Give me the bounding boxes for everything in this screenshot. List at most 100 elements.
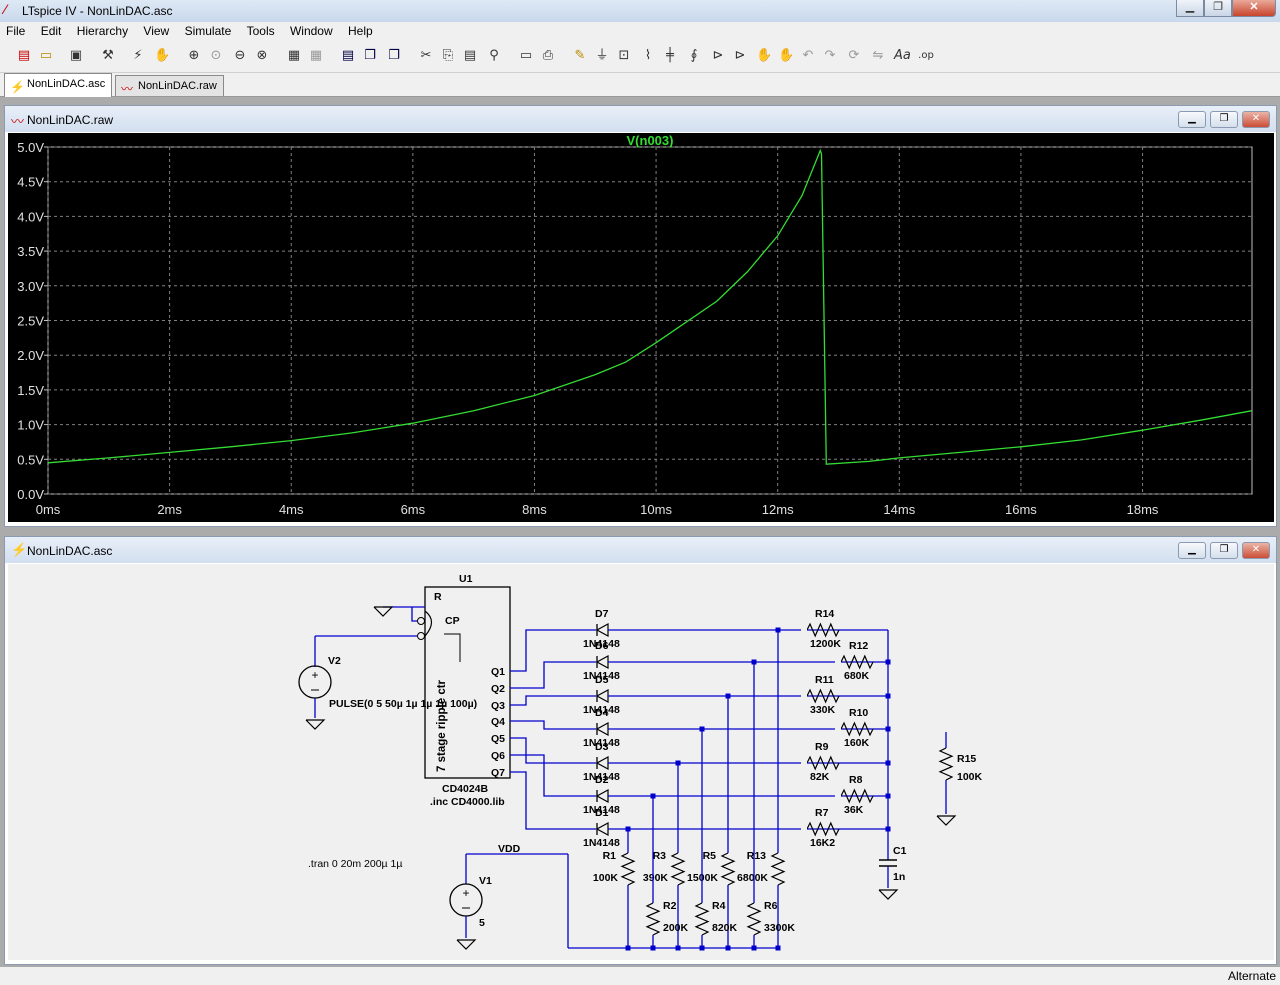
- diode-d7: [595, 622, 609, 638]
- resistor-icon[interactable]: ⌇: [640, 48, 656, 64]
- zoom-fit-icon[interactable]: ⊗: [254, 48, 270, 64]
- save-icon[interactable]: ▣: [68, 48, 84, 64]
- zoom-out-icon[interactable]: ⊖: [232, 48, 248, 64]
- value-u1: CD4024B: [442, 783, 489, 795]
- menu-bar: File Edit Hierarchy View Simulate Tools …: [0, 22, 1280, 42]
- pin-q6: Q6: [491, 750, 505, 762]
- value-r10: 160K: [844, 737, 870, 749]
- ref-r10: R10: [849, 707, 868, 719]
- y-tick-label: 3.0V: [17, 279, 44, 294]
- undo-icon[interactable]: ↶: [800, 48, 816, 64]
- text-icon[interactable]: Aa: [894, 48, 911, 64]
- value-v1: 5: [479, 917, 485, 929]
- find-icon[interactable]: ⚲: [486, 48, 502, 64]
- waveform-chart[interactable]: 0ms 2ms 4ms 6ms 8ms 10ms 12ms 14ms 16ms 18ms 0.0V 0…: [8, 133, 1274, 522]
- wire-icon[interactable]: ✎: [572, 48, 588, 64]
- ref-r13: R13: [747, 850, 766, 862]
- drag-icon[interactable]: ✋: [778, 48, 794, 64]
- copy-icon[interactable]: ⎘: [440, 48, 456, 64]
- cascade-icon[interactable]: ❐: [362, 48, 378, 64]
- delete-trace-icon[interactable]: ▦: [308, 48, 324, 64]
- cut-icon[interactable]: ✂: [418, 48, 434, 64]
- net-label-vdd: VDD: [498, 843, 521, 855]
- ground-symbol: [878, 889, 899, 900]
- close-button[interactable]: ✕: [1242, 111, 1270, 128]
- waveform-icon: 〰: [121, 82, 134, 96]
- menu-view[interactable]: View: [137, 22, 175, 40]
- ref-v2: V2: [328, 655, 341, 667]
- minimize-button[interactable]: ▁: [1178, 542, 1206, 559]
- pin-q3: Q3: [491, 700, 505, 712]
- move-icon[interactable]: ✋: [756, 48, 772, 64]
- ref-d6: D6: [595, 640, 609, 652]
- print-setup-icon[interactable]: ▭: [518, 48, 534, 64]
- menu-file[interactable]: File: [0, 22, 31, 40]
- resistor-r1: [620, 852, 636, 886]
- label-net-icon[interactable]: ⊡: [616, 48, 632, 64]
- cp-bubble: [417, 617, 425, 625]
- schematic-drawing[interactable]: U1 RCP Q1 Q2 Q3 Q4 Q5 Q6 Q7 7 stage ripple ctr CD4…: [8, 564, 1274, 960]
- open-icon[interactable]: ▭: [38, 48, 54, 64]
- close-button[interactable]: ✕: [1242, 542, 1270, 559]
- tab-schematic[interactable]: ⚡ NonLinDAC.asc: [4, 73, 113, 97]
- menu-edit[interactable]: Edit: [35, 22, 68, 40]
- value-r5: 1500K: [687, 872, 718, 884]
- restore-button[interactable]: ❐: [1210, 111, 1238, 128]
- ref-r14: R14: [815, 608, 834, 620]
- run-icon[interactable]: ⚡: [130, 48, 146, 64]
- window-title: LTspice IV - NonLinDAC.asc: [22, 4, 173, 18]
- x-tick-label: 4ms: [279, 502, 304, 517]
- x-tick-label: 14ms: [883, 502, 915, 517]
- new-schematic-icon[interactable]: ▤: [16, 48, 32, 64]
- ref-r2: R2: [663, 900, 677, 912]
- y-tick-label: 5.0V: [17, 140, 44, 155]
- ref-r4: R4: [712, 900, 726, 912]
- schematic-window-title: NonLinDAC.asc: [27, 544, 113, 558]
- y-tick-label: 2.5V: [17, 314, 44, 329]
- waveform-plot[interactable]: 0ms 2ms 4ms 6ms 8ms 10ms 12ms 14ms 16ms 18ms 0.0V 0…: [8, 133, 1274, 522]
- ref-r8: R8: [849, 774, 863, 786]
- tab-waveform[interactable]: 〰 NonLinDAC.raw: [115, 75, 224, 96]
- component-icon[interactable]: ⊳: [732, 48, 748, 64]
- zoom-in-icon[interactable]: ⊕: [186, 48, 202, 64]
- inductor-icon[interactable]: ∮: [686, 48, 702, 64]
- mirror-icon[interactable]: ⇋: [870, 48, 886, 64]
- menu-hierarchy[interactable]: Hierarchy: [71, 22, 134, 40]
- value-r6: 3300K: [764, 922, 795, 934]
- x-tick-label: 12ms: [762, 502, 794, 517]
- control-panel-icon[interactable]: ⚒: [100, 48, 116, 64]
- x-tick-label: 18ms: [1127, 502, 1159, 517]
- minimize-button[interactable]: ▁: [1178, 111, 1206, 128]
- schematic-window-header: ⚡ NonLinDAC.asc ▁ ❐ ✕: [5, 537, 1276, 563]
- menu-tools[interactable]: Tools: [241, 22, 281, 40]
- print-icon[interactable]: ⎙: [540, 48, 556, 64]
- ground-icon[interactable]: ⏚: [594, 48, 610, 64]
- autorange-icon[interactable]: ▦: [286, 48, 302, 64]
- diode-d1: [595, 821, 609, 837]
- spice-directive-icon[interactable]: .op: [918, 48, 934, 64]
- toolbar: ▤ ▭ ▣ ⚒ ⚡ ✋ ⊕ ⊙ ⊖ ⊗ ▦ ▦ ▤ ❐ ❐ ✂ ⎘ ▤ ⚲ ▭ …: [0, 42, 1280, 73]
- ref-r11: R11: [815, 674, 834, 686]
- maximize-button[interactable]: ❐: [1204, 0, 1232, 17]
- menu-simulate[interactable]: Simulate: [179, 22, 238, 40]
- rotate-icon[interactable]: ⟳: [846, 48, 862, 64]
- schematic-canvas[interactable]: U1 R CP Q1 Q2 Q3 Q4 Q5 Q6 Q7 7 stage ripple ctr CD4…: [8, 564, 1274, 960]
- capacitor-icon[interactable]: ╪: [662, 48, 678, 64]
- diode-icon[interactable]: ⊳: [710, 48, 726, 64]
- minimize-button[interactable]: ▁: [1176, 0, 1204, 17]
- close-button[interactable]: ✕: [1232, 0, 1276, 17]
- ref-r9: R9: [815, 741, 829, 753]
- menu-window[interactable]: Window: [284, 22, 339, 40]
- tab-label: NonLinDAC.raw: [138, 80, 217, 92]
- halt-icon[interactable]: ✋: [154, 48, 170, 64]
- internal-line: [444, 633, 461, 662]
- ref-d5: D5: [595, 674, 609, 686]
- restore-button[interactable]: ❐: [1210, 542, 1238, 559]
- pan-icon[interactable]: ⊙: [208, 48, 224, 64]
- reset-wire: [411, 607, 417, 622]
- tile-horizontal-icon[interactable]: ▤: [340, 48, 356, 64]
- menu-help[interactable]: Help: [342, 22, 379, 40]
- paste-icon[interactable]: ▤: [462, 48, 478, 64]
- redo-icon[interactable]: ↷: [822, 48, 838, 64]
- close-all-icon[interactable]: ❐: [386, 48, 402, 64]
